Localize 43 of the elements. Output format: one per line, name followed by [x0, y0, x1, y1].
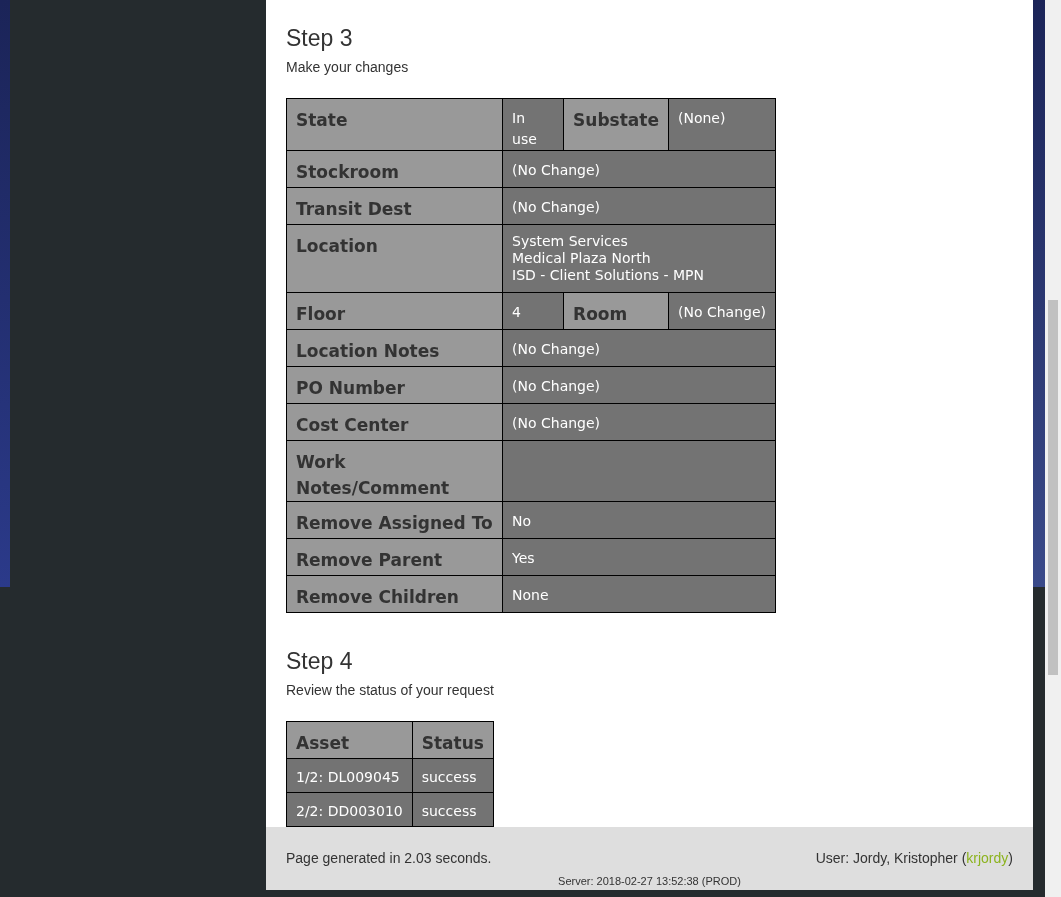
field-label: Transit Dest: [286, 187, 503, 225]
column-header: Status: [412, 721, 494, 759]
field-value: Yes: [502, 538, 776, 576]
table-cell: success: [412, 758, 494, 793]
section-heading: Step 3: [286, 24, 354, 52]
scroll-thumb[interactable]: [1048, 300, 1058, 675]
field-label: Substate: [563, 98, 669, 151]
field-label: Floor: [286, 292, 503, 330]
field-label: Remove Children: [286, 575, 503, 613]
field-label: Remove Parent: [286, 538, 503, 576]
section-subtitle: Review the status of your request: [286, 681, 495, 700]
user-info: User: Jordy, Kristopher (krjordy): [815, 849, 1013, 868]
field-label: Cost Center: [286, 403, 503, 441]
section-heading: Step 4: [286, 647, 354, 675]
field-label: Remove Assigned To: [286, 501, 503, 539]
section-subtitle: Make your changes: [286, 58, 410, 77]
field-label: PO Number: [286, 366, 503, 404]
field-value: System Services Medical Plaza North ISD - Client Solutions - MPN: [502, 224, 776, 293]
field-label: Stockroom: [286, 150, 503, 188]
field-value: (No Change): [502, 403, 776, 441]
field-value: (No Change): [502, 150, 776, 188]
field-label: Location: [286, 224, 503, 293]
table-cell: 2/2: DD003010: [286, 792, 413, 827]
column-header: Asset: [286, 721, 413, 759]
generation-time: Page generated in 2.03 seconds.: [286, 849, 492, 868]
field-label: Location Notes: [286, 329, 503, 367]
field-value: None: [502, 575, 776, 613]
scrollbar[interactable]: [1045, 0, 1061, 897]
field-value: (No Change): [502, 187, 776, 225]
table-cell: 1/2: DL009045: [286, 758, 413, 793]
field-value: (No Change): [502, 329, 776, 367]
table-cell: success: [412, 792, 494, 827]
field-label: Work Notes/Comment: [286, 440, 503, 502]
field-label: Room: [563, 292, 669, 330]
field-value: (No Change): [668, 292, 776, 330]
field-label: State: [286, 98, 503, 151]
field-value: No: [502, 501, 776, 539]
field-value: In use: [502, 98, 564, 151]
field-value: (None): [668, 98, 776, 151]
field-value: (No Change): [502, 366, 776, 404]
username-link[interactable]: krjordy: [966, 850, 1009, 866]
field-value: 4: [502, 292, 564, 330]
server-info: Server: 2018-02-27 13:52:38 (PROD): [557, 874, 742, 889]
